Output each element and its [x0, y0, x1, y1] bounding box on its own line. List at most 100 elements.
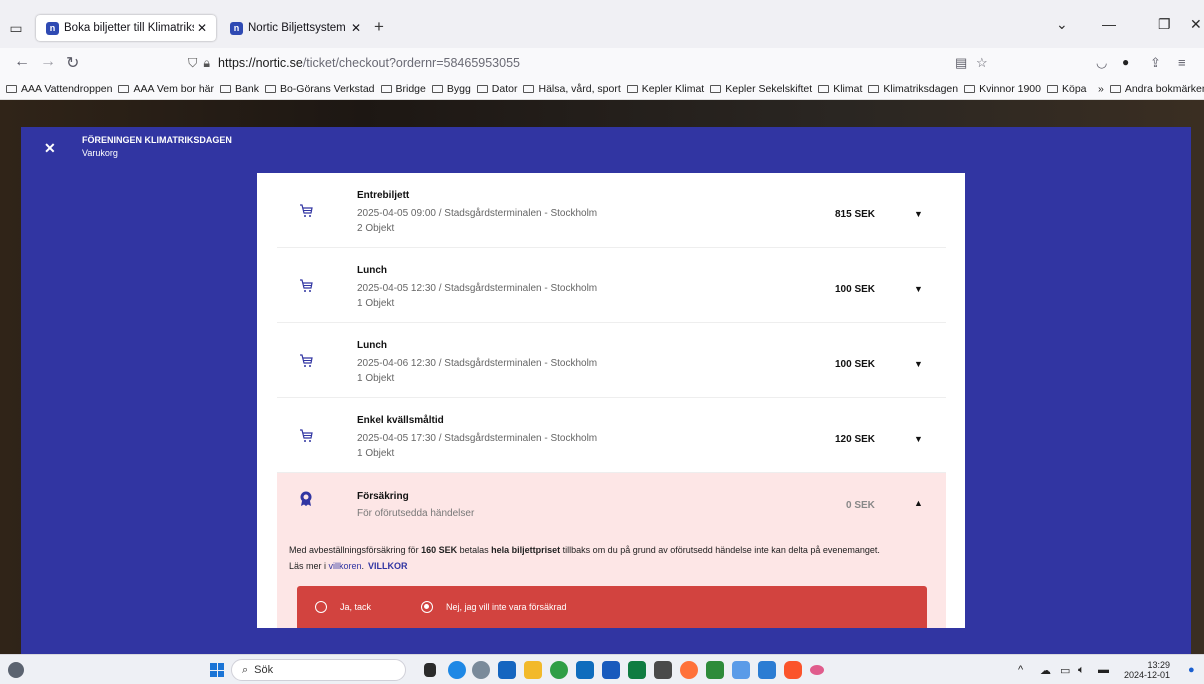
outlook-icon[interactable] — [576, 661, 594, 679]
insurance-subtitle: För oförutsedda händelser — [357, 508, 475, 519]
search-icon: ⌕ — [242, 663, 249, 676]
store-icon[interactable] — [498, 661, 516, 679]
bookmark-folder[interactable]: Bo-Görans Verkstad — [264, 83, 375, 95]
bookmark-star-icon[interactable]: ☆ — [976, 55, 988, 71]
expand-arrow-icon[interactable]: ▼ — [914, 434, 923, 444]
bookmark-folder[interactable]: Köpa — [1046, 83, 1087, 95]
cart-item[interactable]: Enkel kvällsmåltid 2025-04-05 17:30 / Sta… — [277, 398, 946, 473]
tab-list-icon[interactable]: ▭ — [6, 18, 26, 38]
close-icon[interactable]: ✕ — [44, 140, 56, 157]
edge-icon[interactable] — [448, 661, 466, 679]
terms-link[interactable]: villkoren — [329, 561, 362, 571]
firefox-icon[interactable] — [680, 661, 698, 679]
extensions-icon[interactable]: ⇪ — [1150, 55, 1161, 71]
bookmark-folder[interactable]: Bridge — [380, 83, 426, 95]
item-title: Lunch — [357, 340, 387, 351]
chrome-icon[interactable] — [550, 661, 568, 679]
excel-icon[interactable] — [628, 661, 646, 679]
collapse-arrow-icon[interactable]: ▲ — [914, 498, 923, 508]
menu-icon[interactable]: ≡ — [1178, 55, 1186, 70]
network-icon[interactable]: ▭ — [1060, 664, 1070, 677]
pocket-icon[interactable]: ◡ — [1096, 55, 1107, 71]
bookmark-folder[interactable]: Bank — [220, 83, 259, 95]
url-bar[interactable]: ⛉ 🔒︎ https://nortic.se /ticket/checkout?… — [188, 51, 1008, 75]
bookmark-folder[interactable]: Bygg — [431, 83, 471, 95]
windows-start-icon[interactable] — [210, 663, 224, 677]
taskview-icon[interactable] — [424, 663, 436, 677]
bookmark-folder[interactable]: Kepler Sekelskiftet — [710, 83, 812, 95]
bookmark-folder[interactable]: Kepler Klimat — [626, 83, 704, 95]
reload-icon[interactable]: ↻ — [66, 53, 79, 73]
taskbar-search[interactable]: ⌕ Sök — [231, 659, 406, 681]
windows-taskbar: ⌕ Sök ^ ☁ ▭ 🔈︎ ▬ 13:29 2024-12-01 ● — [0, 654, 1204, 684]
chrome-variant-icon[interactable] — [732, 661, 750, 679]
bookmark-folder[interactable]: AAA Vem bor här — [118, 83, 214, 95]
brave-icon[interactable] — [784, 661, 802, 679]
battery-icon[interactable]: ▬ — [1098, 664, 1109, 676]
cart-label: Varukorg — [82, 148, 118, 158]
tab-favicon-icon: n — [230, 21, 243, 35]
insurance-yes-radio[interactable]: Ja, tack — [315, 601, 371, 613]
other-bookmarks[interactable]: » Andra bokmärken — [1098, 83, 1204, 95]
folder-icon — [964, 84, 976, 93]
cart-item[interactable]: Lunch 2025-04-06 12:30 / Stadsgårdstermin… — [277, 323, 946, 398]
terms-button[interactable]: VILLKOR — [368, 561, 408, 571]
app-8-icon[interactable] — [706, 661, 724, 679]
item-detail: 2025-04-05 12:30 / Stadsgårdsterminalen … — [357, 283, 598, 294]
account-icon[interactable]: ● — [1122, 55, 1129, 69]
insurance-description: Med avbeställningsförsäkring för 160 SEK… — [289, 545, 880, 571]
folder-icon — [431, 84, 443, 93]
forward-icon[interactable]: → — [40, 53, 56, 71]
close-window-icon[interactable]: ✕ — [1190, 16, 1202, 33]
restore-icon[interactable]: ❐ — [1158, 16, 1171, 33]
folder-icon — [1046, 84, 1058, 93]
bookmark-folder[interactable]: AAA Vattendroppen — [6, 83, 112, 95]
cart-item[interactable]: Entrebiljett 2025-04-05 09:00 / Stadsgård… — [277, 173, 946, 248]
expand-arrow-icon[interactable]: ▼ — [914, 209, 923, 219]
tray-chevron-icon[interactable]: ^ — [1018, 664, 1023, 676]
back-icon[interactable]: ← — [14, 53, 30, 71]
tab-close-icon[interactable]: ✕ — [194, 21, 210, 35]
bookmark-folder[interactable]: Kvinnor 1900 — [964, 83, 1041, 95]
tab-inactive[interactable]: n Nortic Biljettsystem - Arrangör ✕ — [220, 15, 370, 41]
insurance-no-radio[interactable]: Nej, jag vill inte vara försäkrad — [421, 601, 567, 613]
expand-arrow-icon[interactable]: ▼ — [914, 284, 923, 294]
tab-title: Nortic Biljettsystem - Arrangör — [248, 22, 348, 34]
file-explorer-icon[interactable] — [524, 661, 542, 679]
bookmark-folder[interactable]: Hälsa, vård, sport — [523, 83, 621, 95]
kgf-app-icon[interactable] — [654, 661, 672, 679]
radio-checked-icon — [421, 601, 434, 613]
tab-overflow-chevron-icon[interactable]: ⌄ — [1056, 16, 1068, 33]
cart-item[interactable]: Lunch 2025-04-05 12:30 / Stadsgårdstermin… — [277, 248, 946, 323]
item-quantity: 1 Objekt — [357, 373, 395, 384]
item-detail: 2025-04-06 12:30 / Stadsgårdsterminalen … — [357, 358, 598, 369]
tab-active[interactable]: n Boka biljetter till Klimatriksdag ✕ — [36, 15, 216, 41]
vpn-key-icon[interactable] — [810, 665, 824, 675]
item-quantity: 2 Objekt — [357, 223, 395, 234]
bookmarks-toolbar: AAA Vattendroppen AAA Vem bor här Bank Bo-G… — [0, 78, 1204, 100]
reader-view-icon[interactable]: ▤ — [955, 55, 967, 71]
bookmark-folder[interactable]: Klimat — [818, 83, 862, 95]
widgets-icon[interactable] — [8, 662, 24, 678]
settings-icon[interactable] — [472, 661, 490, 679]
bookmark-folder[interactable]: Dator — [476, 83, 517, 95]
onedrive-icon[interactable]: ☁ — [1040, 664, 1051, 677]
folder-icon — [868, 84, 880, 93]
tab-favicon-icon: n — [46, 21, 59, 35]
minimize-icon[interactable]: — — [1102, 16, 1116, 32]
volume-icon[interactable]: 🔈︎ — [1078, 664, 1085, 677]
notification-bell-icon[interactable]: ● — [1188, 664, 1195, 676]
lock-icon[interactable]: 🔒︎ — [203, 56, 210, 71]
shield-icon[interactable]: ⛉ — [188, 56, 197, 71]
cart-icon — [300, 279, 313, 292]
clock[interactable]: 13:29 2024-12-01 — [1124, 660, 1170, 680]
item-title: Lunch — [357, 265, 387, 276]
bookmark-folder[interactable]: Klimatriksdagen — [868, 83, 958, 95]
url-path: /ticket/checkout?ordernr=58465953055 — [302, 56, 520, 70]
expand-arrow-icon[interactable]: ▼ — [914, 359, 923, 369]
tab-close-icon[interactable]: ✕ — [348, 21, 364, 35]
word-icon[interactable] — [602, 661, 620, 679]
item-detail: 2025-04-05 17:30 / Stadsgårdsterminalen … — [357, 433, 598, 444]
calendar-icon[interactable] — [758, 661, 776, 679]
new-tab-icon[interactable]: + — [374, 17, 384, 37]
